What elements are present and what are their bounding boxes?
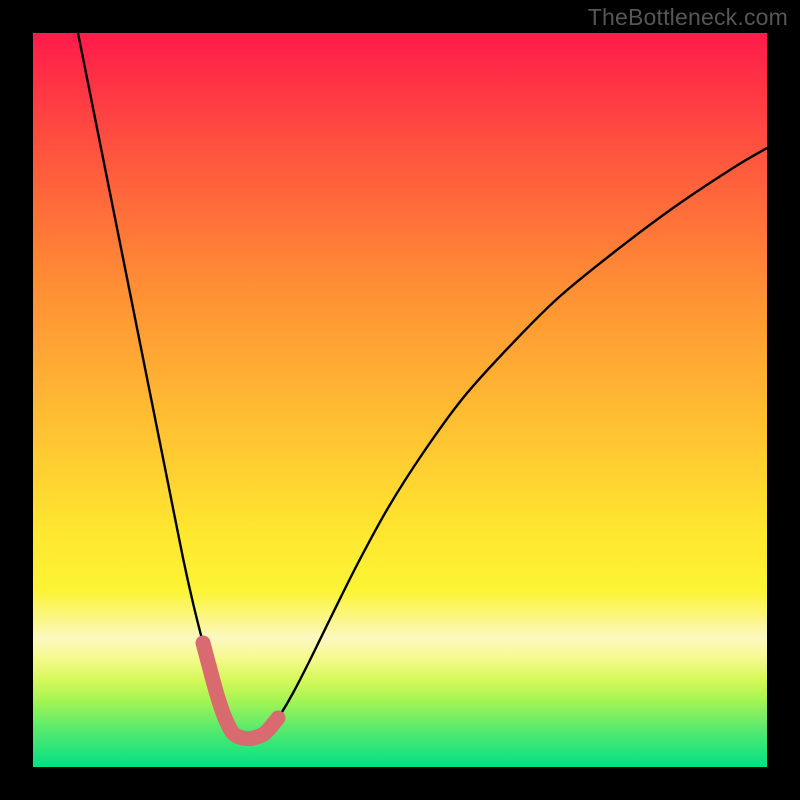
trough-highlight <box>203 643 278 739</box>
curve-svg <box>33 33 767 767</box>
main-curve <box>78 33 767 739</box>
chart-frame: TheBottleneck.com <box>0 0 800 800</box>
watermark-text: TheBottleneck.com <box>588 4 788 31</box>
plot-area <box>33 33 767 767</box>
